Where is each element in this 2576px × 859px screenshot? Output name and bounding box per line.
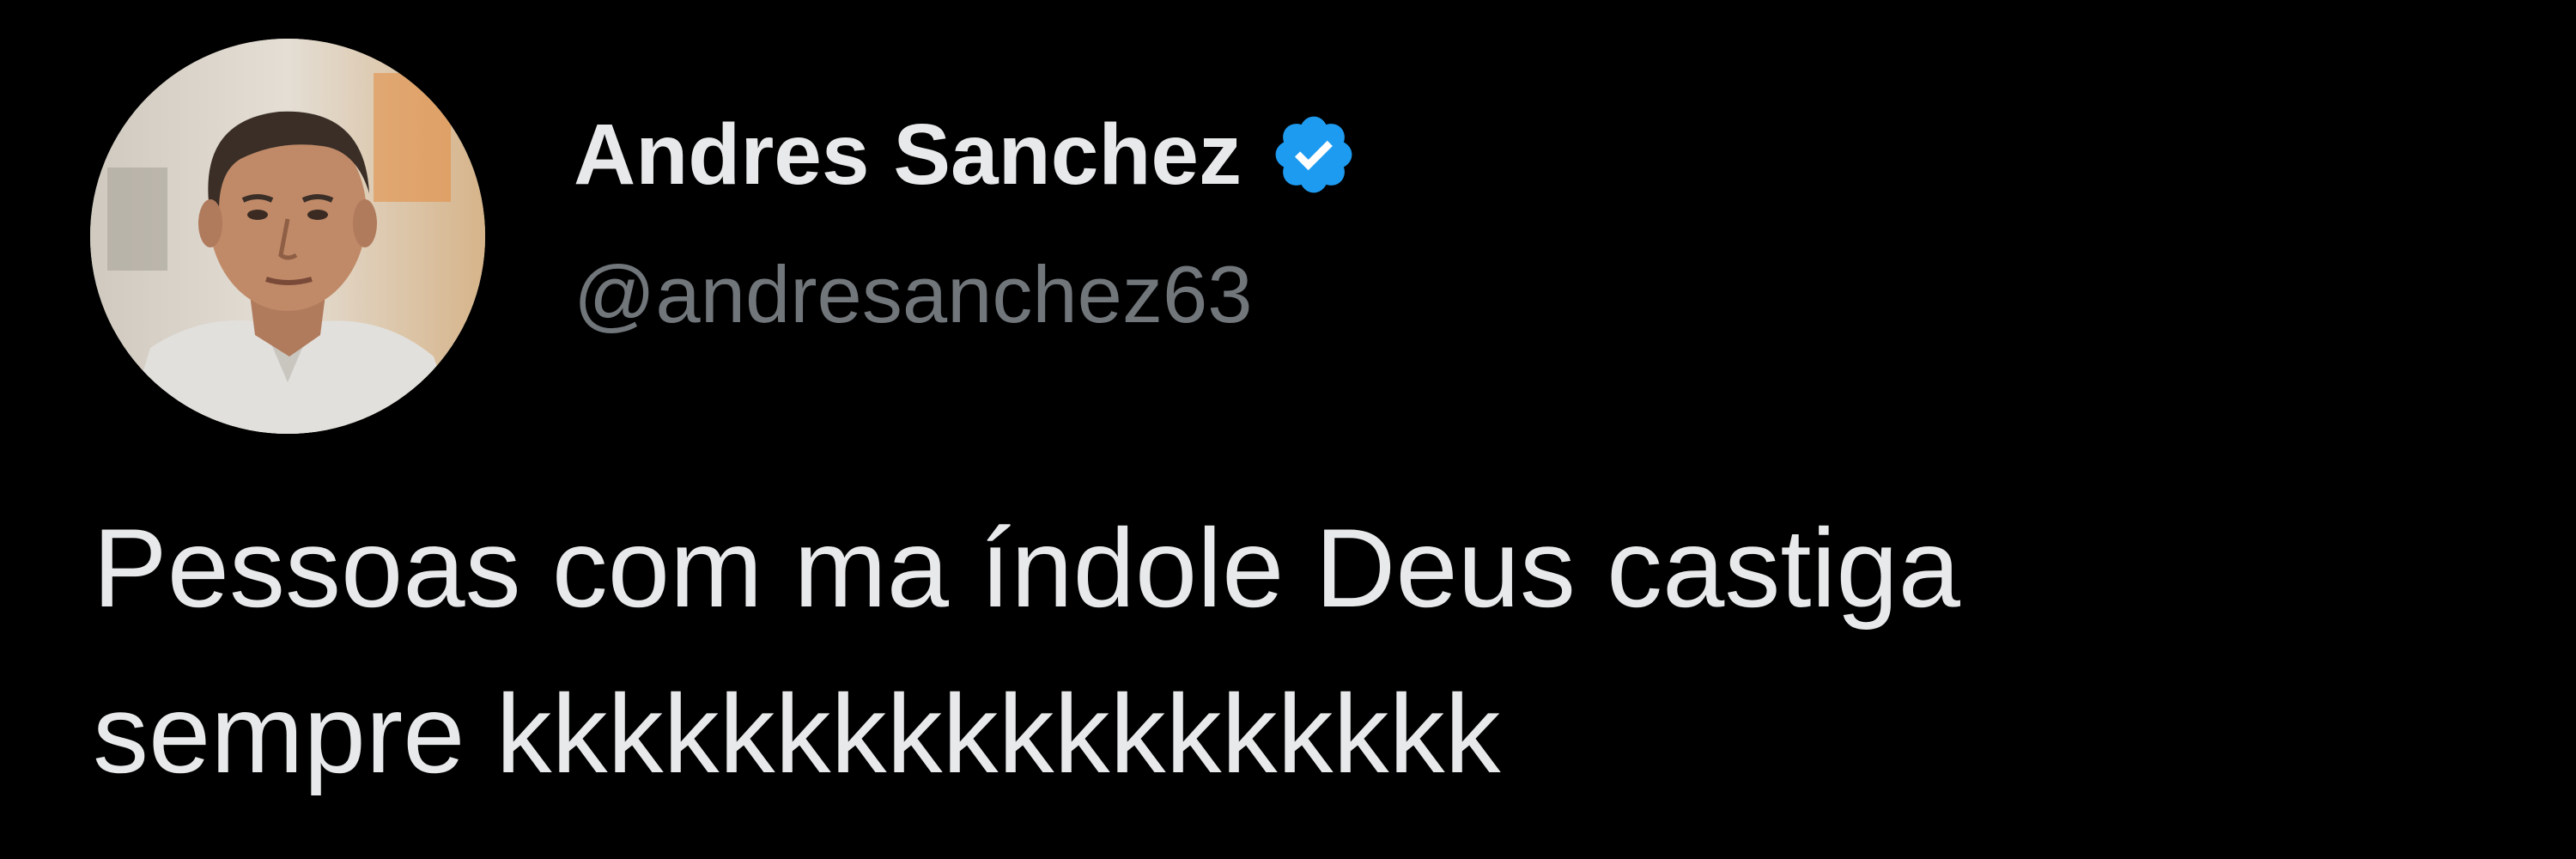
tweet-card: Andres Sanchez @andresanchez63 Pessoas c…: [0, 0, 2576, 859]
avatar[interactable]: [90, 39, 485, 434]
author-display-name[interactable]: Andres Sanchez: [574, 103, 1242, 206]
tweet-text: Pessoas com ma índole Deus castiga sempr…: [93, 505, 1960, 796]
author-name-row: Andres Sanchez: [574, 103, 1358, 206]
author-handle[interactable]: @andresanchez63: [574, 243, 1253, 346]
avatar-photo: [90, 39, 485, 434]
verified-badge-icon[interactable]: [1269, 110, 1358, 199]
